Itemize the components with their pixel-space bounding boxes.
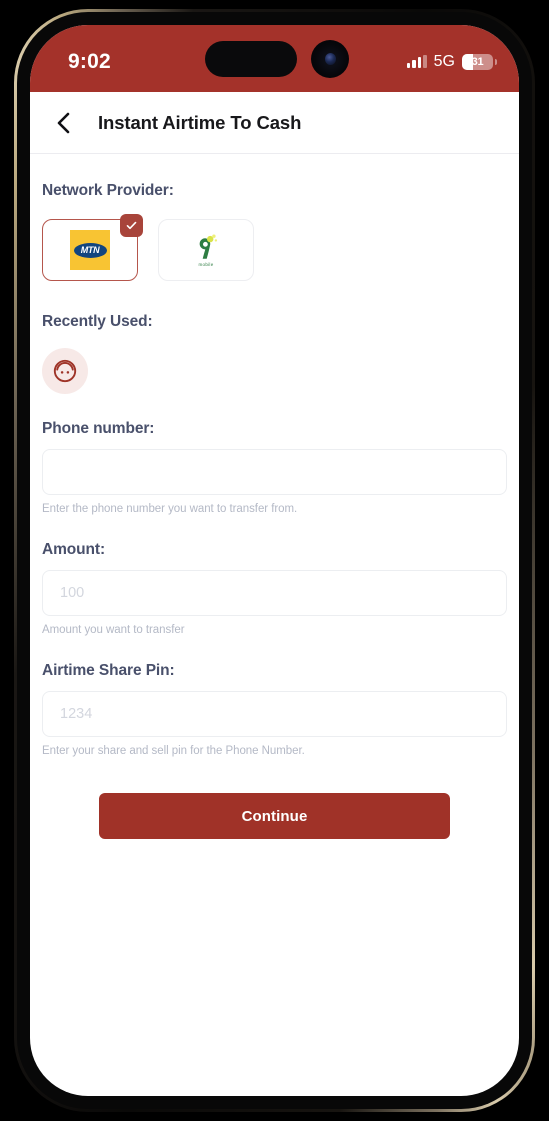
network-provider-options: MTN mobile	[42, 214, 507, 281]
share-pin-label: Airtime Share Pin:	[42, 662, 175, 679]
provider-selected-check-badge	[120, 214, 143, 237]
check-icon	[126, 221, 137, 230]
provider-option-mtn[interactable]: MTN	[42, 214, 143, 281]
contact-face-icon	[53, 359, 77, 383]
front-camera-lens	[311, 40, 349, 78]
recently-used-section: Recently Used:	[42, 313, 507, 394]
phone-number-label: Phone number:	[42, 420, 155, 437]
chevron-left-icon	[57, 112, 70, 133]
phone-screen: 9:02 5G 31 Instant Airtime To Cash Netwo…	[30, 25, 519, 1096]
network-type-label: 5G	[433, 52, 455, 70]
dynamic-island	[205, 41, 297, 77]
recently-used-label: Recently Used:	[42, 313, 153, 330]
phone-number-field-group: Phone number: Enter the phone number you…	[42, 420, 507, 515]
share-pin-field-group: Airtime Share Pin: Enter your share and …	[42, 662, 507, 757]
amount-label: Amount:	[42, 541, 106, 558]
network-provider-section: Network Provider: MTN mobile	[42, 182, 507, 281]
battery-level-label: 31	[471, 55, 484, 68]
recent-contact-avatar[interactable]	[42, 348, 88, 394]
amount-help-text: Amount you want to transfer	[42, 624, 185, 636]
page-content: Network Provider: MTN mobile Recently Us…	[30, 154, 519, 1096]
battery-icon: 31	[462, 53, 497, 70]
mtn-logo-text: MTN	[80, 245, 100, 255]
mtn-logo-icon: MTN	[70, 230, 110, 270]
app-header: Instant Airtime To Cash	[30, 92, 519, 154]
status-bar-time: 9:02	[68, 49, 111, 73]
amount-field-group: Amount: Amount you want to transfer	[42, 541, 507, 636]
page-title: Instant Airtime To Cash	[98, 111, 302, 133]
provider-option-9mobile[interactable]: mobile	[158, 219, 254, 281]
status-bar-indicators: 5G 31	[406, 52, 497, 71]
continue-button[interactable]: Continue	[99, 793, 450, 839]
share-pin-input[interactable]	[42, 691, 507, 737]
phone-number-help-text: Enter the phone number you want to trans…	[42, 503, 298, 515]
status-bar: 9:02 5G 31	[30, 25, 519, 92]
amount-input[interactable]	[42, 570, 507, 616]
network-provider-label: Network Provider:	[42, 182, 174, 199]
back-button[interactable]	[44, 104, 82, 142]
ninemobile-logo-icon: mobile	[193, 233, 219, 267]
phone-number-input[interactable]	[42, 449, 507, 495]
recently-used-contacts	[42, 348, 507, 394]
cellular-signal-icon	[406, 55, 427, 68]
ninemobile-logo-text: mobile	[198, 262, 214, 267]
share-pin-help-text: Enter your share and sell pin for the Ph…	[42, 745, 305, 757]
